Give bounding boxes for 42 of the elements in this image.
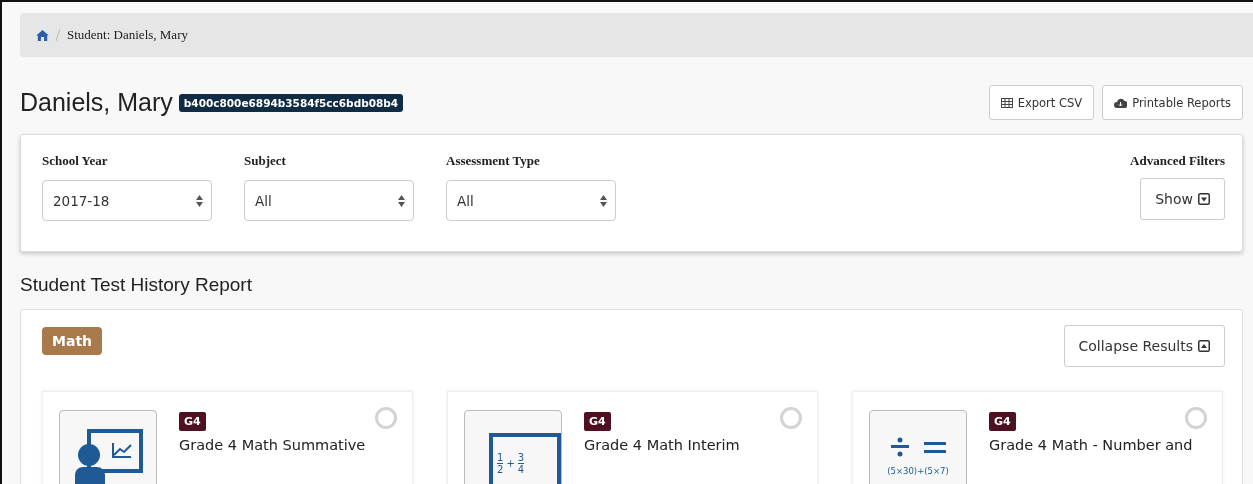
show-filters-button[interactable]: Show xyxy=(1140,178,1225,220)
fraction-denominator: 4 xyxy=(517,462,525,475)
select-radio[interactable] xyxy=(1185,407,1207,429)
export-csv-button[interactable]: Export CSV xyxy=(988,85,1095,120)
sort-arrows-icon xyxy=(398,194,405,207)
select-radio[interactable] xyxy=(780,407,802,429)
breadcrumb-separator xyxy=(55,28,61,42)
advanced-filters-label: Advanced Filters xyxy=(1130,153,1225,169)
grade-badge: G4 xyxy=(989,412,1016,431)
home-icon[interactable] xyxy=(36,29,49,41)
sort-arrows-icon xyxy=(196,194,203,207)
cloud-download-icon xyxy=(1114,97,1128,108)
assessment-title: Grade 4 Math Summative xyxy=(179,437,366,453)
sort-arrows-icon xyxy=(600,194,607,207)
breadcrumb-current: Student: Daniels, Mary xyxy=(67,27,188,43)
filter-select[interactable]: 2017-18 xyxy=(42,180,212,221)
grade-badge: G4 xyxy=(584,412,611,431)
select-radio[interactable] xyxy=(375,407,397,429)
filter-label: Assessment Type xyxy=(446,153,541,169)
report-title: Student Test History Report xyxy=(20,274,253,296)
caret-up-icon xyxy=(1198,340,1210,352)
formula-text: (5×30)+(5×7) xyxy=(887,466,949,476)
table-icon xyxy=(1000,97,1013,108)
assessment-title: Grade 4 Math - Number and xyxy=(989,437,1193,453)
filter-label: School Year xyxy=(42,153,109,169)
fraction-numerator: 1 xyxy=(497,451,504,463)
plus-sign: + xyxy=(506,457,515,469)
assessment-title: Grade 4 Math Interim xyxy=(584,437,740,453)
filter-select[interactable]: All xyxy=(244,180,414,221)
fraction-numerator: 3 xyxy=(517,451,525,463)
student-name: Daniels, Mary xyxy=(20,88,173,117)
student-id-badge: b400c800e6894b3584f5cc6bdb08b4 xyxy=(178,93,404,112)
collapse-results-button[interactable]: Collapse Results xyxy=(1063,325,1225,367)
grade-badge: G4 xyxy=(179,412,206,431)
subject-tag: Math xyxy=(42,327,103,355)
printable-reports-button[interactable]: Printable Reports xyxy=(1102,85,1243,120)
filter-label: Subject xyxy=(244,153,287,169)
filter-select[interactable]: All xyxy=(446,180,616,221)
assessment-card[interactable]: (5×30)+(5×7) G4 Grade 4 Math - Number and xyxy=(852,391,1223,484)
assessment-card[interactable]: G4 Grade 4 Math Summative xyxy=(42,391,413,484)
fraction-denominator: 2 xyxy=(497,462,504,475)
caret-down-icon xyxy=(1198,193,1210,205)
